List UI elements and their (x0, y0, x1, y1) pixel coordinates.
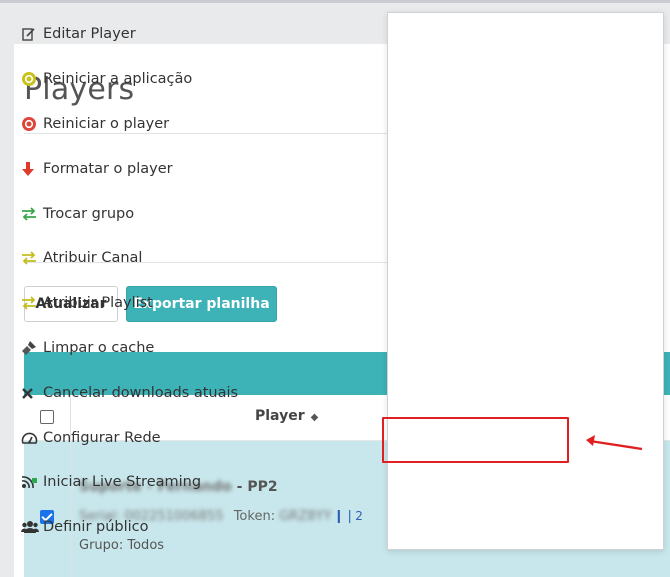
restart-app-icon (21, 71, 40, 87)
menu-item-swap-group[interactable]: Trocar grupo (21, 203, 134, 225)
sort-icon[interactable]: ◆ (311, 412, 319, 423)
menu-item-label: Editar Player (43, 26, 136, 42)
menu-item-label: Reiniciar o player (43, 116, 170, 132)
menu-item-edit-player[interactable]: Editar Player (21, 23, 136, 45)
menu-item-format-player[interactable]: Formatar o player (21, 158, 173, 180)
audio-wave-icon: ❙❘ (333, 509, 356, 524)
live-stream-icon (21, 475, 40, 489)
menu-item-cancel-downloads[interactable]: Cancelar downloads atuais (21, 382, 238, 404)
clear-cache-icon (21, 340, 40, 356)
menu-item-start-live-streaming[interactable]: Iniciar Live Streaming (21, 471, 201, 493)
annotation-highlight-box (382, 417, 569, 463)
close-icon (21, 387, 40, 400)
menu-item-assign-playlist[interactable]: Atribuir Playlist (21, 292, 153, 314)
token-label: Token: (233, 509, 276, 524)
menu-item-label: Reiniciar a aplicação (43, 71, 193, 87)
dashboard-icon (21, 431, 40, 446)
menu-item-assign-channel[interactable]: Atribuir Canal (21, 247, 142, 269)
menu-item-label: Cancelar downloads atuais (43, 385, 239, 401)
column-header-player[interactable]: Player ◆ (255, 408, 318, 424)
swap-playlist-icon (21, 296, 40, 310)
swap-group-icon (21, 207, 40, 221)
menu-item-label: Limpar o cache (43, 340, 155, 356)
player-group: Grupo: Todos (79, 538, 165, 553)
menu-item-label: Definir público (43, 519, 149, 535)
menu-item-label: Configurar Rede (43, 430, 161, 446)
player-context-menu (387, 12, 664, 550)
restart-player-icon (21, 116, 40, 132)
users-icon (21, 520, 40, 534)
player-name-suffix: - PP2 (236, 479, 278, 495)
menu-item-set-audience[interactable]: Definir público (21, 516, 149, 538)
token-blurred: GRZ8YY (279, 509, 332, 524)
menu-item-label: Atribuir Canal (43, 250, 143, 266)
swap-channel-icon (21, 251, 40, 265)
column-header-label: Player (255, 408, 305, 424)
menu-item-clear-cache[interactable]: Limpar o cache (21, 337, 154, 359)
menu-item-label: Atribuir Playlist (43, 295, 153, 311)
edit-icon (21, 27, 40, 42)
top-border (0, 0, 670, 3)
menu-item-configure-network[interactable]: Configurar Rede (21, 427, 161, 449)
menu-item-label: Formatar o player (43, 161, 173, 177)
annotation-arrow-icon (586, 435, 643, 451)
menu-item-label: Iniciar Live Streaming (43, 474, 202, 490)
format-arrow-down-icon (21, 161, 40, 177)
select-all-checkbox[interactable] (40, 410, 54, 424)
token-badge: 2 (355, 509, 363, 523)
menu-item-restart-app[interactable]: Reiniciar a aplicação (21, 68, 192, 90)
menu-item-label: Trocar grupo (43, 206, 135, 222)
menu-item-restart-player[interactable]: Reiniciar o player (21, 113, 169, 135)
